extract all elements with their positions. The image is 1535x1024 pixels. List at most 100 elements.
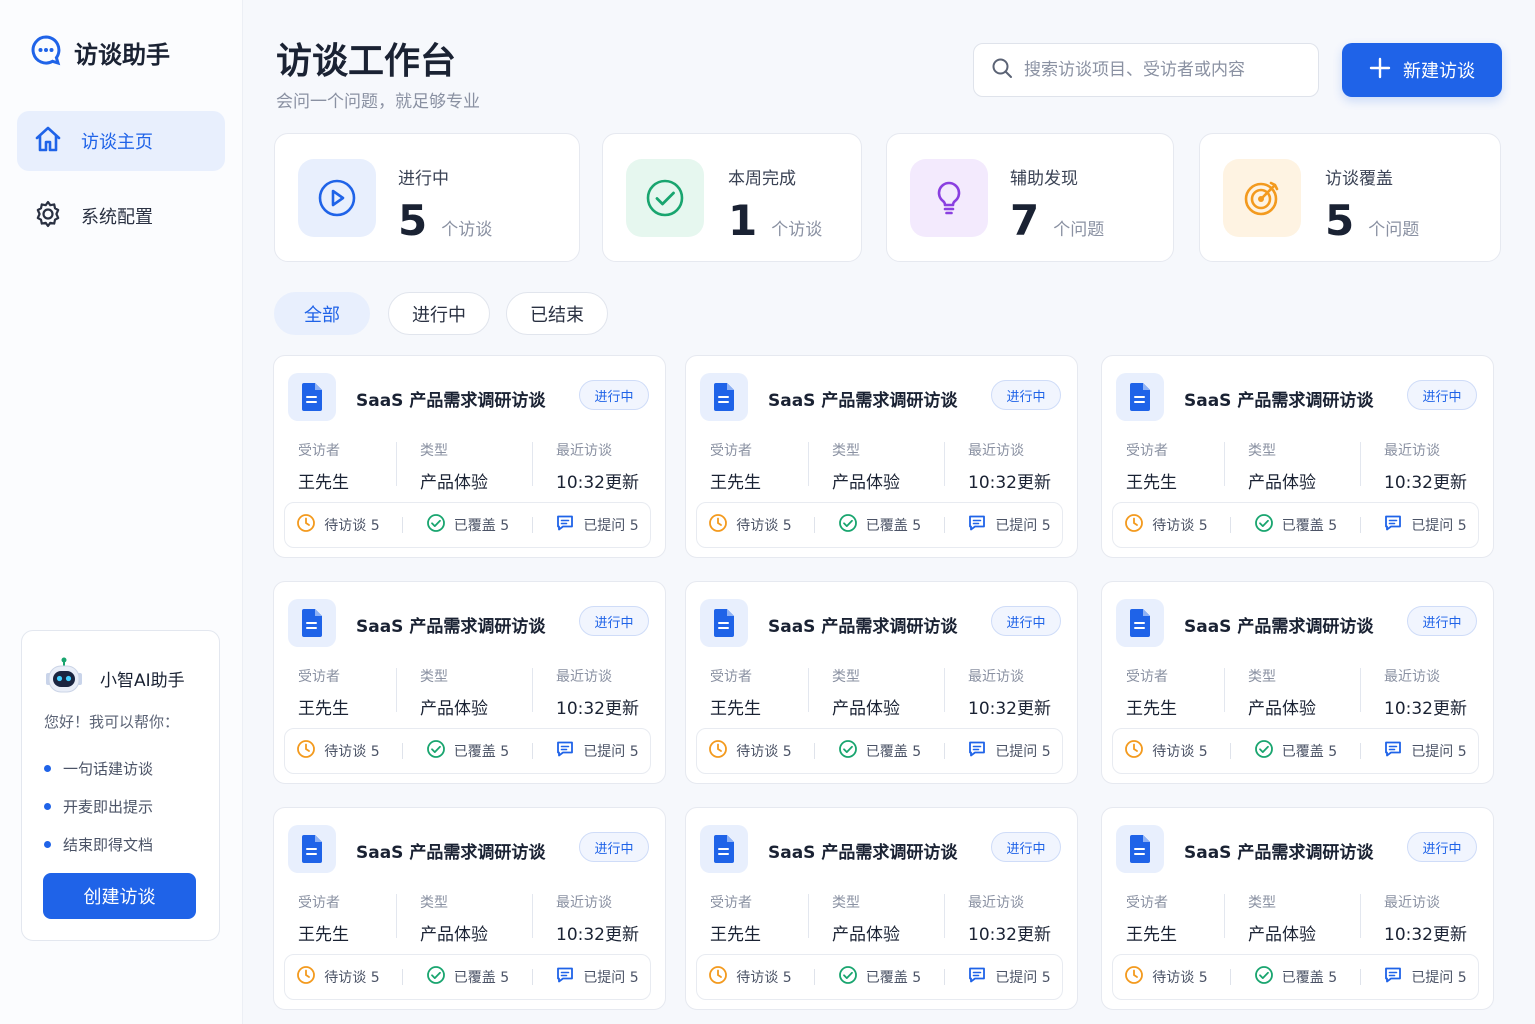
home-icon: [33, 124, 63, 159]
meta-value: 产品体验: [420, 699, 488, 719]
status-badge: 进行中: [991, 380, 1061, 410]
meta-interviewee: 受访者 王先生: [1126, 892, 1177, 945]
meta-interviewee: 受访者 王先生: [710, 666, 761, 719]
check-circle-icon: [1254, 739, 1274, 763]
message-icon: [555, 513, 575, 537]
sidebar-item-settings[interactable]: 系统配置: [17, 186, 225, 246]
sidebar-item-label: 访谈主页: [81, 132, 153, 153]
divider: [396, 442, 397, 486]
stat-value-group: 1 个访谈: [728, 196, 822, 245]
divider: [402, 517, 404, 533]
meta-type: 类型 产品体验: [420, 440, 488, 493]
meta-type: 类型 产品体验: [832, 892, 900, 945]
interview-card[interactable]: SaaS 产品需求调研访谈 进行中 受访者 王先生 类型 产品体验 最近访谈 10:32更新待…: [273, 807, 666, 1010]
meta-value: 10:32更新: [1384, 699, 1467, 719]
card-title: SaaS 产品需求调研访谈: [768, 391, 958, 411]
meta-value: 10:32更新: [1384, 925, 1467, 945]
divider: [531, 517, 533, 533]
interview-card[interactable]: SaaS 产品需求调研访谈 进行中 受访者 王先生 类型 产品体验 最近访谈 10:32更新待…: [685, 355, 1078, 558]
asked-label: 已提问 5: [583, 518, 639, 534]
stat-unit: 个访谈: [771, 220, 823, 240]
meta-label: 最近访谈: [556, 895, 612, 911]
stat-label: 辅助发现: [1010, 169, 1078, 189]
meta-recent: 最近访谈 10:32更新: [968, 666, 1051, 719]
clock-icon: [708, 739, 728, 763]
interview-card[interactable]: SaaS 产品需求调研访谈 进行中 受访者 王先生 类型 产品体验 最近访谈 10:32更新待…: [685, 581, 1078, 784]
stat-value: 1: [728, 196, 758, 245]
asked-label: 已提问 5: [995, 518, 1051, 534]
interview-card[interactable]: SaaS 产品需求调研访谈 进行中 受访者 王先生 类型 产品体验 最近访谈 10:32更新待…: [1101, 807, 1494, 1010]
ai-assistant-card: 小智AI助手 您好！我可以帮你： 一句话建访谈 开麦即出提示 结束即得文档 创建…: [21, 630, 220, 941]
message-icon: [967, 513, 987, 537]
card-title: SaaS 产品需求调研访谈: [768, 843, 958, 863]
filter-all[interactable]: 全部: [274, 292, 370, 335]
filter-ended[interactable]: 已结束: [506, 292, 608, 335]
document-icon: [1116, 599, 1164, 647]
pending-count: 待访谈 5: [708, 739, 792, 763]
sidebar-item-home[interactable]: 访谈主页: [17, 111, 225, 171]
meta-interviewee: 受访者 王先生: [298, 892, 349, 945]
meta-label: 受访者: [298, 895, 340, 911]
meta-label: 最近访谈: [1384, 443, 1440, 459]
meta-value: 王先生: [298, 925, 349, 945]
meta-value: 产品体验: [832, 925, 900, 945]
covered-label: 已覆盖 5: [1281, 970, 1338, 986]
stat-unit: 个问题: [1053, 220, 1105, 240]
meta-recent: 最近访谈 10:32更新: [1384, 892, 1467, 945]
covered-count: 已覆盖 5: [1254, 739, 1337, 763]
interview-card[interactable]: SaaS 产品需求调研访谈 进行中 受访者 王先生 类型 产品体验 最近访谈 10:32更新待…: [273, 355, 666, 558]
bullet-icon: [44, 840, 51, 848]
meta-recent: 最近访谈 10:32更新: [1384, 666, 1467, 719]
search-input[interactable]: [1024, 60, 1304, 80]
pending-label: 待访谈 5: [1152, 970, 1208, 986]
meta-interviewee: 受访者 王先生: [1126, 666, 1177, 719]
stat-unit: 个访谈: [441, 220, 493, 240]
stat-value: 5: [398, 196, 428, 245]
meta-label: 类型: [1248, 443, 1276, 459]
interview-card[interactable]: SaaS 产品需求调研访谈 进行中 受访者 王先生 类型 产品体验 最近访谈 10:32更新待…: [1101, 581, 1494, 784]
app-name: 访谈助手: [74, 40, 170, 69]
divider: [943, 517, 945, 533]
card-footer: 待访谈 5 已覆盖 5 已提问 5: [1112, 954, 1479, 1000]
clock-icon: [1124, 965, 1144, 989]
interview-card[interactable]: SaaS 产品需求调研访谈 进行中 受访者 王先生 类型 产品体验 最近访谈 10:32更新待…: [685, 807, 1078, 1010]
meta-value: 10:32更新: [556, 925, 639, 945]
message-icon: [1383, 965, 1403, 989]
stat-card-findings: 辅助发现 7 个问题: [886, 133, 1174, 262]
divider: [531, 969, 533, 985]
divider: [396, 668, 397, 712]
new-interview-button[interactable]: 新建访谈: [1342, 43, 1502, 97]
app-logo[interactable]: 访谈助手: [30, 34, 170, 70]
interview-card[interactable]: SaaS 产品需求调研访谈 进行中 受访者 王先生 类型 产品体验 最近访谈 10:32更新待…: [273, 581, 666, 784]
search-box[interactable]: [973, 43, 1319, 97]
divider: [808, 894, 809, 938]
status-badge: 进行中: [991, 832, 1061, 862]
divider: [1230, 969, 1232, 985]
meta-type: 类型 产品体验: [1248, 892, 1316, 945]
meta-label: 最近访谈: [1384, 895, 1440, 911]
clock-icon: [296, 513, 316, 537]
divider: [532, 894, 533, 938]
message-icon: [1383, 513, 1403, 537]
asked-count: 已提问 5: [555, 965, 639, 989]
stat-card-coverage: 访谈覆盖 5 个问题: [1199, 133, 1501, 262]
status-badge: 进行中: [1407, 380, 1477, 410]
meta-interviewee: 受访者 王先生: [1126, 440, 1177, 493]
covered-label: 已覆盖 5: [865, 518, 922, 534]
covered-label: 已覆盖 5: [453, 518, 510, 534]
search-icon: [990, 56, 1014, 84]
card-footer: 待访谈 5 已覆盖 5 已提问 5: [1112, 728, 1479, 774]
meta-label: 受访者: [710, 443, 752, 459]
asked-count: 已提问 5: [1383, 965, 1467, 989]
stat-card-completed: 本周完成 1 个访谈: [602, 133, 862, 262]
filter-in-progress[interactable]: 进行中: [388, 292, 490, 335]
meta-value: 产品体验: [1248, 473, 1316, 493]
meta-label: 最近访谈: [968, 895, 1024, 911]
pending-label: 待访谈 5: [324, 970, 380, 986]
create-interview-button[interactable]: 创建访谈: [43, 873, 196, 919]
meta-value: 王先生: [710, 699, 761, 719]
meta-label: 受访者: [710, 895, 752, 911]
asked-label: 已提问 5: [1411, 744, 1467, 760]
covered-count: 已覆盖 5: [838, 965, 921, 989]
interview-card[interactable]: SaaS 产品需求调研访谈 进行中 受访者 王先生 类型 产品体验 最近访谈 10:32更新待…: [1101, 355, 1494, 558]
